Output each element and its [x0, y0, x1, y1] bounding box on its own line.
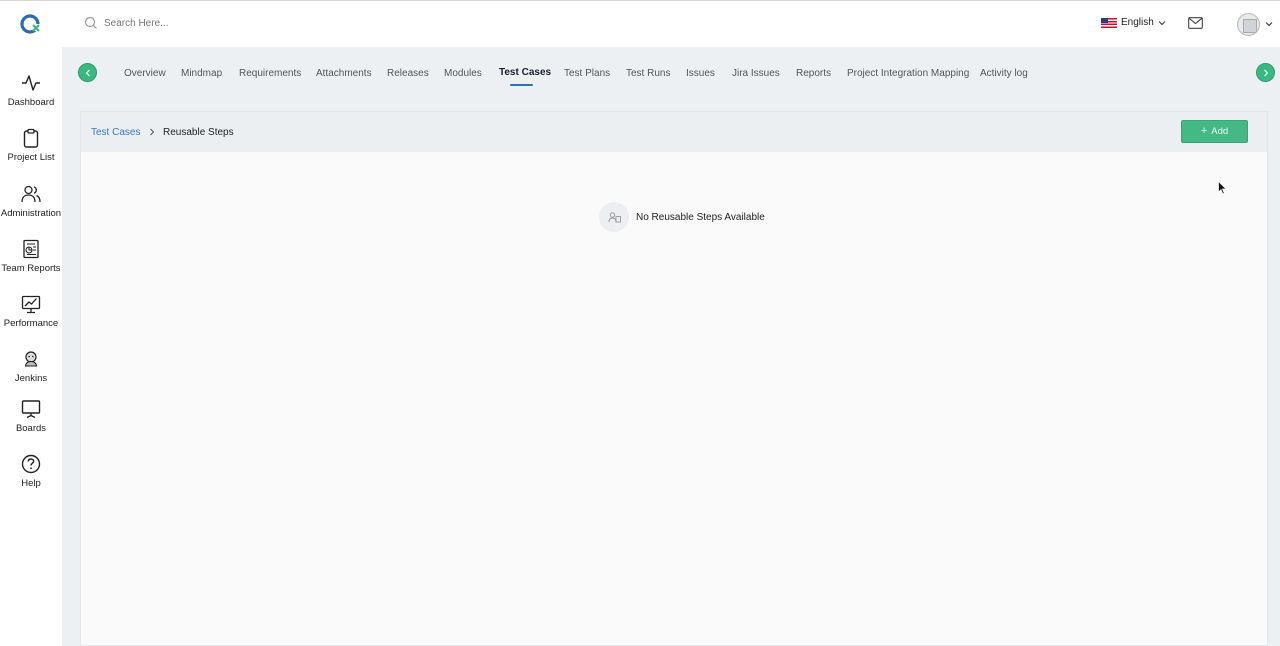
panel-header: Test Cases Reusable Steps + Add	[81, 112, 1267, 152]
language-selector[interactable]: English	[1101, 17, 1166, 28]
tab-jira-issues[interactable]: Jira Issues	[732, 68, 780, 79]
sidebar-item-boards[interactable]: Boards	[0, 399, 62, 434]
sidebar-item-label: Dashboard	[7, 97, 55, 108]
sidebar-item-label: Project List	[7, 152, 55, 163]
empty-state-message: No Reusable Steps Available	[636, 211, 765, 223]
sidebar-item-label: Jenkins	[14, 373, 48, 384]
performance-icon	[21, 295, 41, 314]
sidebar-item-label: Team Reports	[1, 263, 61, 274]
clipboard-icon	[23, 128, 39, 148]
tab-modules[interactable]: Modules	[444, 68, 482, 79]
active-tab-indicator	[510, 84, 533, 86]
avatar[interactable]	[1237, 13, 1260, 36]
breadcrumb-test-cases-link[interactable]: Test Cases	[91, 127, 140, 138]
sidebar-item-label: Boards	[15, 423, 47, 434]
tab-project-integration-mapping[interactable]: Project Integration Mapping	[847, 68, 969, 79]
main-content: Overview Mindmap Requirements Attachment…	[62, 47, 1280, 646]
chevron-down-icon	[1158, 20, 1166, 25]
add-button[interactable]: + Add	[1181, 120, 1248, 143]
sidebar-item-administration[interactable]: Administration	[0, 184, 62, 219]
tab-mindmap[interactable]: Mindmap	[181, 68, 222, 79]
tab-attachments[interactable]: Attachments	[316, 68, 372, 79]
tab-reports[interactable]: Reports	[796, 68, 831, 79]
search-icon	[84, 16, 97, 29]
users-icon	[608, 211, 621, 222]
tab-test-runs[interactable]: Test Runs	[626, 68, 670, 79]
mouse-cursor-icon	[1218, 181, 1227, 195]
us-flag-icon	[1101, 17, 1117, 28]
tab-test-cases[interactable]: Test Cases	[499, 67, 551, 78]
board-icon	[21, 400, 41, 419]
add-button-label: Add	[1211, 126, 1229, 137]
sidebar-item-project-list[interactable]: Project List	[0, 128, 62, 163]
search-bar[interactable]	[84, 16, 304, 30]
tabs-scroll-right-button[interactable]	[1256, 63, 1275, 82]
tabs-scroll-left-button[interactable]	[78, 63, 97, 82]
chevron-left-icon	[85, 69, 90, 76]
tab-test-plans[interactable]: Test Plans	[564, 68, 610, 79]
plus-icon: +	[1200, 125, 1208, 137]
sidebar-item-jenkins[interactable]: Jenkins	[0, 349, 62, 384]
users-icon	[21, 185, 41, 203]
jenkins-icon	[24, 351, 38, 367]
activity-icon	[22, 75, 40, 91]
empty-state: No Reusable Steps Available	[599, 202, 765, 232]
report-icon	[23, 239, 39, 259]
sidebar-item-dashboard[interactable]: Dashboard	[0, 73, 62, 108]
sidebar-item-performance[interactable]: Performance	[0, 294, 62, 329]
chevron-right-icon	[1263, 69, 1268, 76]
mail-icon[interactable]	[1188, 17, 1203, 29]
sidebar-item-label: Performance	[3, 318, 59, 329]
project-tabs: Overview Mindmap Requirements Attachment…	[62, 47, 1280, 99]
help-icon	[21, 454, 41, 474]
reusable-steps-panel: Test Cases Reusable Steps + Add No Reusa…	[80, 111, 1268, 646]
sidebar: Dashboard Project List Administration Te…	[0, 47, 62, 646]
tab-issues[interactable]: Issues	[686, 68, 715, 79]
tab-activity-log[interactable]: Activity log	[980, 68, 1028, 79]
chevron-down-icon[interactable]	[1265, 20, 1273, 28]
app-logo-icon[interactable]	[20, 13, 42, 35]
tab-releases[interactable]: Releases	[387, 68, 429, 79]
language-label: English	[1121, 17, 1154, 28]
tab-overview[interactable]: Overview	[124, 68, 166, 79]
search-input[interactable]	[104, 17, 304, 29]
sidebar-item-label: Administration	[0, 208, 62, 219]
tab-requirements[interactable]: Requirements	[239, 68, 301, 79]
breadcrumb-current: Reusable Steps	[163, 127, 234, 138]
sidebar-item-help[interactable]: Help	[0, 454, 62, 489]
top-bar: English	[0, 0, 1280, 47]
chevron-right-icon	[150, 128, 155, 136]
sidebar-item-team-reports[interactable]: Team Reports	[0, 239, 62, 274]
empty-state-icon	[599, 202, 629, 232]
sidebar-item-label: Help	[21, 478, 41, 489]
